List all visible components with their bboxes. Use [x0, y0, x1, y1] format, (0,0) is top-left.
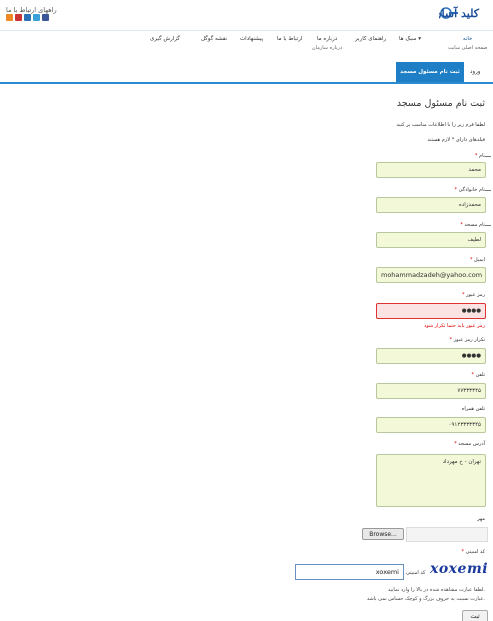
- mobile-field[interactable]: ۰۹۱۲۳۳۳۳۳۴۵: [376, 417, 486, 433]
- stamp-file-input: Browse...: [362, 527, 488, 542]
- nav-item-guide[interactable]: راهنمای کاربر: [355, 36, 386, 42]
- mobile-label: تلفن همراه: [462, 406, 485, 412]
- social-label: راههای ارتباط با ما: [6, 6, 57, 14]
- label-text: تکرار رمز عبور: [453, 337, 485, 343]
- address-label: * آدرس مسجد: [454, 441, 485, 447]
- label-text: رمز عبور: [466, 292, 485, 298]
- required-mark: *: [469, 257, 473, 263]
- header: راههای ارتباط با ما كليد آسان: [0, 0, 493, 30]
- nav-item-google-map[interactable]: نقشه گوگل: [201, 36, 227, 42]
- file-path-box[interactable]: [406, 527, 488, 542]
- password-confirm-field[interactable]: ●●●●: [376, 348, 486, 364]
- address-textarea[interactable]: تهران - خ مهرداد: [376, 454, 486, 507]
- password-error: رمز عبور باید حتما تکرار شود: [424, 323, 485, 329]
- submit-button[interactable]: ثبت: [462, 610, 488, 621]
- form-intro: لطفا فرم زیر را با اطلاعات مناسب پر کنید: [396, 122, 485, 128]
- linkedin-icon[interactable]: [24, 14, 31, 21]
- last-name-label: * نام خانوادگی: [454, 187, 491, 193]
- password-confirm-label: * تکرار رمز عبور: [450, 337, 485, 343]
- main-nav: خانه صفحه اصلی سایت سبک ها ▾ راهنمای کار…: [0, 31, 493, 61]
- mosque-name-label: * نام مسجد: [460, 222, 491, 228]
- label-text: تلفن: [475, 372, 485, 378]
- captcha-input[interactable]: xoxemi: [295, 564, 404, 580]
- label-text: نام مسجد: [464, 222, 485, 228]
- label-text: کد امنیتی: [465, 549, 485, 555]
- page-title: ثبت نام مسئول مسجد: [396, 98, 485, 109]
- nav-item-styles[interactable]: سبک ها ▾: [399, 36, 421, 42]
- required-mark: *: [449, 337, 453, 343]
- nav-item-label: پیشنهادات: [240, 36, 264, 42]
- site-logo[interactable]: كليد آسان: [433, 3, 481, 27]
- mosque-name-field[interactable]: لطیف: [376, 232, 486, 248]
- rss-icon[interactable]: [6, 14, 13, 21]
- required-mark: *: [474, 153, 478, 159]
- tab-bar: ثبت نام مسئول مسجد ورود: [0, 60, 493, 84]
- first-name-label: * نام: [474, 153, 491, 159]
- nav-item-label: راهنمای کاربر: [355, 36, 387, 42]
- stamp-label: مهر: [477, 516, 485, 522]
- captcha-prefix: کد امنیتی: [406, 570, 426, 576]
- nav-item-about[interactable]: درباره ما درباره سازمان: [312, 36, 342, 51]
- required-mark: *: [461, 549, 465, 555]
- email-label: * ایمیل: [470, 257, 485, 263]
- label-text: نام خانوادگی: [458, 187, 485, 193]
- social-icons: [6, 14, 49, 21]
- phone-field[interactable]: ۷۷۳۳۳۳۴۵: [376, 383, 486, 399]
- captcha-hint-1: لطفا عبارت مشاهده شده در بالا را وارد نم…: [387, 587, 485, 593]
- captcha-image: xoxemi: [430, 561, 489, 577]
- label-text: تلفن همراه: [461, 406, 485, 412]
- password-field[interactable]: ●●●●: [376, 303, 486, 319]
- nav-item-label: خانه: [462, 36, 473, 42]
- email-field[interactable]: mohammadzadeh@yahoo.com: [376, 267, 486, 283]
- nav-item-suggestions[interactable]: پیشنهادات: [240, 36, 263, 42]
- tab-mosque-registration[interactable]: ثبت نام مسئول مسجد: [396, 62, 464, 82]
- nav-item-home[interactable]: خانه صفحه اصلی سایت: [448, 36, 487, 51]
- facebook-icon[interactable]: [42, 14, 49, 21]
- nav-item-label: نقشه گوگل: [201, 36, 228, 42]
- nav-item-reports[interactable]: گزارش گیری: [150, 36, 180, 42]
- required-note: فیلدهای دارای * لازم هستند: [427, 137, 485, 143]
- password-label: * رمز عبور: [462, 292, 485, 298]
- label-text: ایمیل: [474, 257, 485, 263]
- tab-login[interactable]: ورود: [470, 69, 480, 75]
- required-mark: *: [454, 187, 458, 193]
- nav-item-label: سبک ها ▾: [399, 36, 422, 42]
- required-mark: *: [454, 441, 457, 447]
- label-text: آدرس مسجد: [458, 441, 485, 447]
- required-mark: *: [471, 372, 475, 378]
- nav-item-contact[interactable]: ارتباط با ما: [277, 36, 302, 42]
- phone-label: * تلفن: [472, 372, 485, 378]
- nav-item-label: درباره ما: [316, 36, 338, 42]
- twitter-icon[interactable]: [33, 14, 40, 21]
- nav-item-sub: درباره سازمان: [312, 45, 343, 51]
- registration-form: ثبت نام مسئول مسجد لطفا فرم زیر را با اط…: [0, 84, 493, 621]
- youtube-icon[interactable]: [15, 14, 22, 21]
- captcha-hint-2: عبارت نسبت به حروف بزرگ و کوچک حساس نمی …: [366, 596, 485, 602]
- nav-item-label: گزارش گیری: [150, 36, 180, 42]
- last-name-field[interactable]: محمدزاده: [376, 197, 486, 213]
- svg-text:كليد آسان: كليد آسان: [439, 6, 480, 20]
- required-mark: *: [460, 222, 463, 228]
- required-mark: *: [461, 292, 465, 298]
- nav-item-sub: صفحه اصلی سایت: [448, 45, 488, 51]
- nav-item-label: ارتباط با ما: [277, 36, 303, 42]
- captcha-label: * کد امنیتی: [462, 549, 485, 555]
- browse-button[interactable]: Browse...: [362, 528, 404, 540]
- first-name-field[interactable]: محمد: [376, 162, 486, 178]
